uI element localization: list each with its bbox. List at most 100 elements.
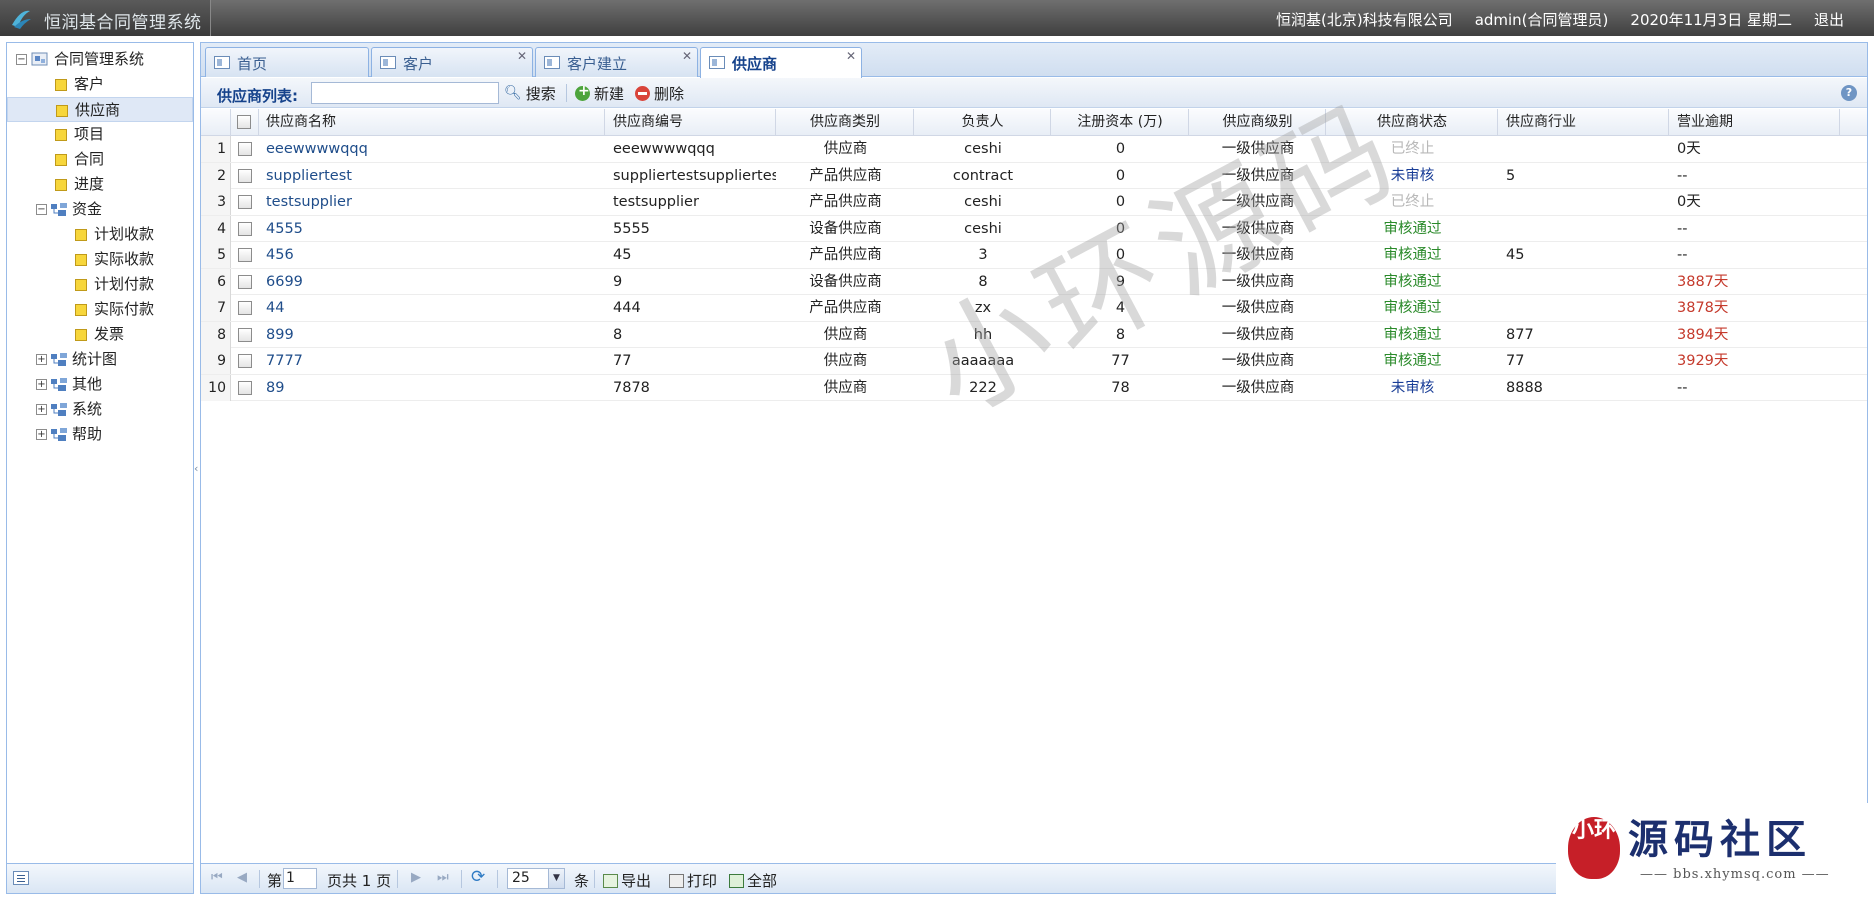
supplier-name-link[interactable]: 44 [259,295,605,321]
table-row[interactable]: 6 6699 9 设备供应商 8 9 一级供应商 审核通过 3887天 [201,268,1867,295]
table-row[interactable]: 4 4555 5555 设备供应商 ceshi 0 一级供应商 审核通过 -- [201,215,1867,242]
next-page-icon[interactable]: ▶ [411,870,421,885]
table-row[interactable]: 2 suppliertest suppliertestsuppliertest 产品供… [201,162,1867,189]
pager-divider [497,870,498,888]
column-header[interactable]: 注册资本 (万) [1052,109,1189,136]
row-checkbox[interactable] [238,380,252,395]
table-row[interactable]: 1 eeewwwwqqq eeewwwwqqq 供应商 ceshi 0 一级供应商 已终止 0天 [201,136,1867,163]
supplier-name-link[interactable]: suppliertest [259,163,605,189]
show-all-button[interactable]: 全部 [729,870,777,891]
sidebar-item[interactable]: 实际收款 [7,247,193,272]
list-icon[interactable] [13,871,29,885]
column-header[interactable]: 供应商编号 [606,109,776,136]
refresh-icon[interactable]: ⟳ [471,867,485,887]
row-checkbox[interactable] [238,142,252,156]
cell-category: 设备供应商 [809,273,882,290]
sidebar-item[interactable]: 计划收款 [7,222,193,247]
row-checkbox[interactable] [238,354,252,368]
help-icon[interactable]: ? [1841,85,1857,101]
row-checkbox[interactable] [238,221,252,236]
supplier-name-link[interactable]: 4555 [259,216,605,242]
supplier-name-link[interactable]: 456 [259,242,605,268]
table-row[interactable]: 8 899 8 供应商 hh 8 一级供应商 审核通过 877 3894天 [201,321,1867,348]
row-checkbox[interactable] [238,248,252,262]
expand-icon[interactable]: + [36,429,47,440]
tree-root[interactable]: − 合同管理系统 [7,47,193,72]
page-number-input[interactable]: 1 [283,868,317,889]
supplier-name-link[interactable]: eeewwwwqqq [259,136,605,162]
print-button[interactable]: 打印 [669,870,717,891]
add-icon [575,83,590,101]
column-header[interactable]: 供应商状态 [1327,109,1498,136]
last-page-icon[interactable]: ⏭ [437,870,449,885]
sidebar-item-label: 统计图 [72,350,118,368]
row-checkbox[interactable] [238,195,252,209]
supplier-name-link[interactable]: testsupplier [259,189,605,215]
collapse-icon[interactable]: − [16,54,27,65]
table-row[interactable]: 5 456 45 产品供应商 3 0 一级供应商 审核通过 45 -- [201,242,1867,269]
logout-link[interactable]: 退出 [1814,9,1844,30]
supplier-name-link[interactable]: 6699 [259,269,605,295]
row-checkbox[interactable] [238,168,252,183]
supplier-name-link[interactable]: 7777 [259,348,605,374]
prev-page-icon[interactable]: ◀ [237,870,247,885]
sidebar-item[interactable]: + 其他 [7,372,193,397]
table-row[interactable]: 3 testsupplier testsupplier 产品供应商 ceshi 0 一级供应… [201,189,1867,216]
column-header[interactable]: 供应商名称 [259,109,605,136]
table-row[interactable]: 9 7777 77 供应商 aaaaaaa 77 一级供应商 审核通过 77 3929天 [201,348,1867,375]
first-page-icon[interactable]: ⏮ [211,870,223,885]
row-checkbox[interactable] [238,301,252,315]
supplier-name-link[interactable]: 89 [259,375,605,401]
sidebar-item[interactable]: + 帮助 [7,422,193,447]
close-icon[interactable]: ✕ [846,49,856,63]
table-row[interactable]: 10 89 7878 供应商 222 78 一级供应商 未审核 8888 -- [201,374,1867,401]
cell-capital: 4 [1115,300,1126,316]
supplier-name-link[interactable]: 899 [259,322,605,348]
column-header[interactable]: 营业逾期 [1670,109,1840,136]
page-icon [75,254,87,266]
sidebar-item[interactable]: + 系统 [7,397,193,422]
sidebar-item[interactable]: − 资金 [7,197,193,222]
sidebar-item[interactable]: 进度 [7,172,193,197]
sidebar: − 合同管理系统 客户 供应商 项目 合同 进度 − 资金 计划收款 实际收款 计划付款 实际付款发… [6,42,194,894]
tree-root-label: 合同管理系统 [54,50,145,68]
tab-supplier[interactable]: 供应商 ✕ [700,47,862,78]
sidebar-item[interactable]: 实际付款 [7,297,193,322]
column-header[interactable]: 供应商级别 [1190,109,1326,136]
row-checkbox[interactable] [238,327,252,342]
table-row[interactable]: 7 44 444 产品供应商 zx 4 一级供应商 审核通过 3878天 [201,295,1867,322]
tab-customer[interactable]: 客户 ✕ [371,47,533,77]
cell-industry [1499,269,1669,295]
column-header[interactable]: 供应商类别 [777,109,914,136]
close-icon[interactable]: ✕ [517,49,527,63]
sidebar-item[interactable]: 项目 [7,122,193,147]
export-label: 导出 [621,872,652,890]
sidebar-item[interactable]: 供应商 [7,97,193,122]
cell-level: 一级供应商 [1221,379,1295,396]
page-size-select[interactable]: 25 ▼ [507,868,565,889]
sidebar-item[interactable]: + 统计图 [7,347,193,372]
search-input[interactable] [311,82,499,104]
expand-icon[interactable]: + [36,354,47,365]
collapse-icon[interactable]: − [36,204,47,215]
tab-home[interactable]: 首页 [205,47,369,77]
row-checkbox[interactable] [238,274,252,289]
column-header[interactable]: 供应商行业 [1499,109,1669,136]
new-button[interactable]: 新建 [575,82,624,104]
cell-status: 未审核 [1390,167,1435,184]
sidebar-item[interactable]: 计划付款 [7,272,193,297]
export-button[interactable]: 导出 [603,870,651,891]
cell-code: 77 [613,353,632,369]
tab-customer-create[interactable]: 客户建立 ✕ [535,47,698,77]
select-all-checkbox[interactable] [237,115,251,129]
sidebar-item[interactable]: 客户 [7,72,193,97]
column-header[interactable]: 负责人 [915,109,1051,136]
search-button[interactable]: 🔍︎ 搜索 [504,82,556,104]
sidebar-item[interactable]: 发票 [7,322,193,347]
close-icon[interactable]: ✕ [682,49,692,63]
row-number: 8 [201,321,231,348]
expand-icon[interactable]: + [36,404,47,415]
expand-icon[interactable]: + [36,379,47,390]
delete-button[interactable]: 删除 [635,82,684,104]
sidebar-item[interactable]: 合同 [7,147,193,172]
